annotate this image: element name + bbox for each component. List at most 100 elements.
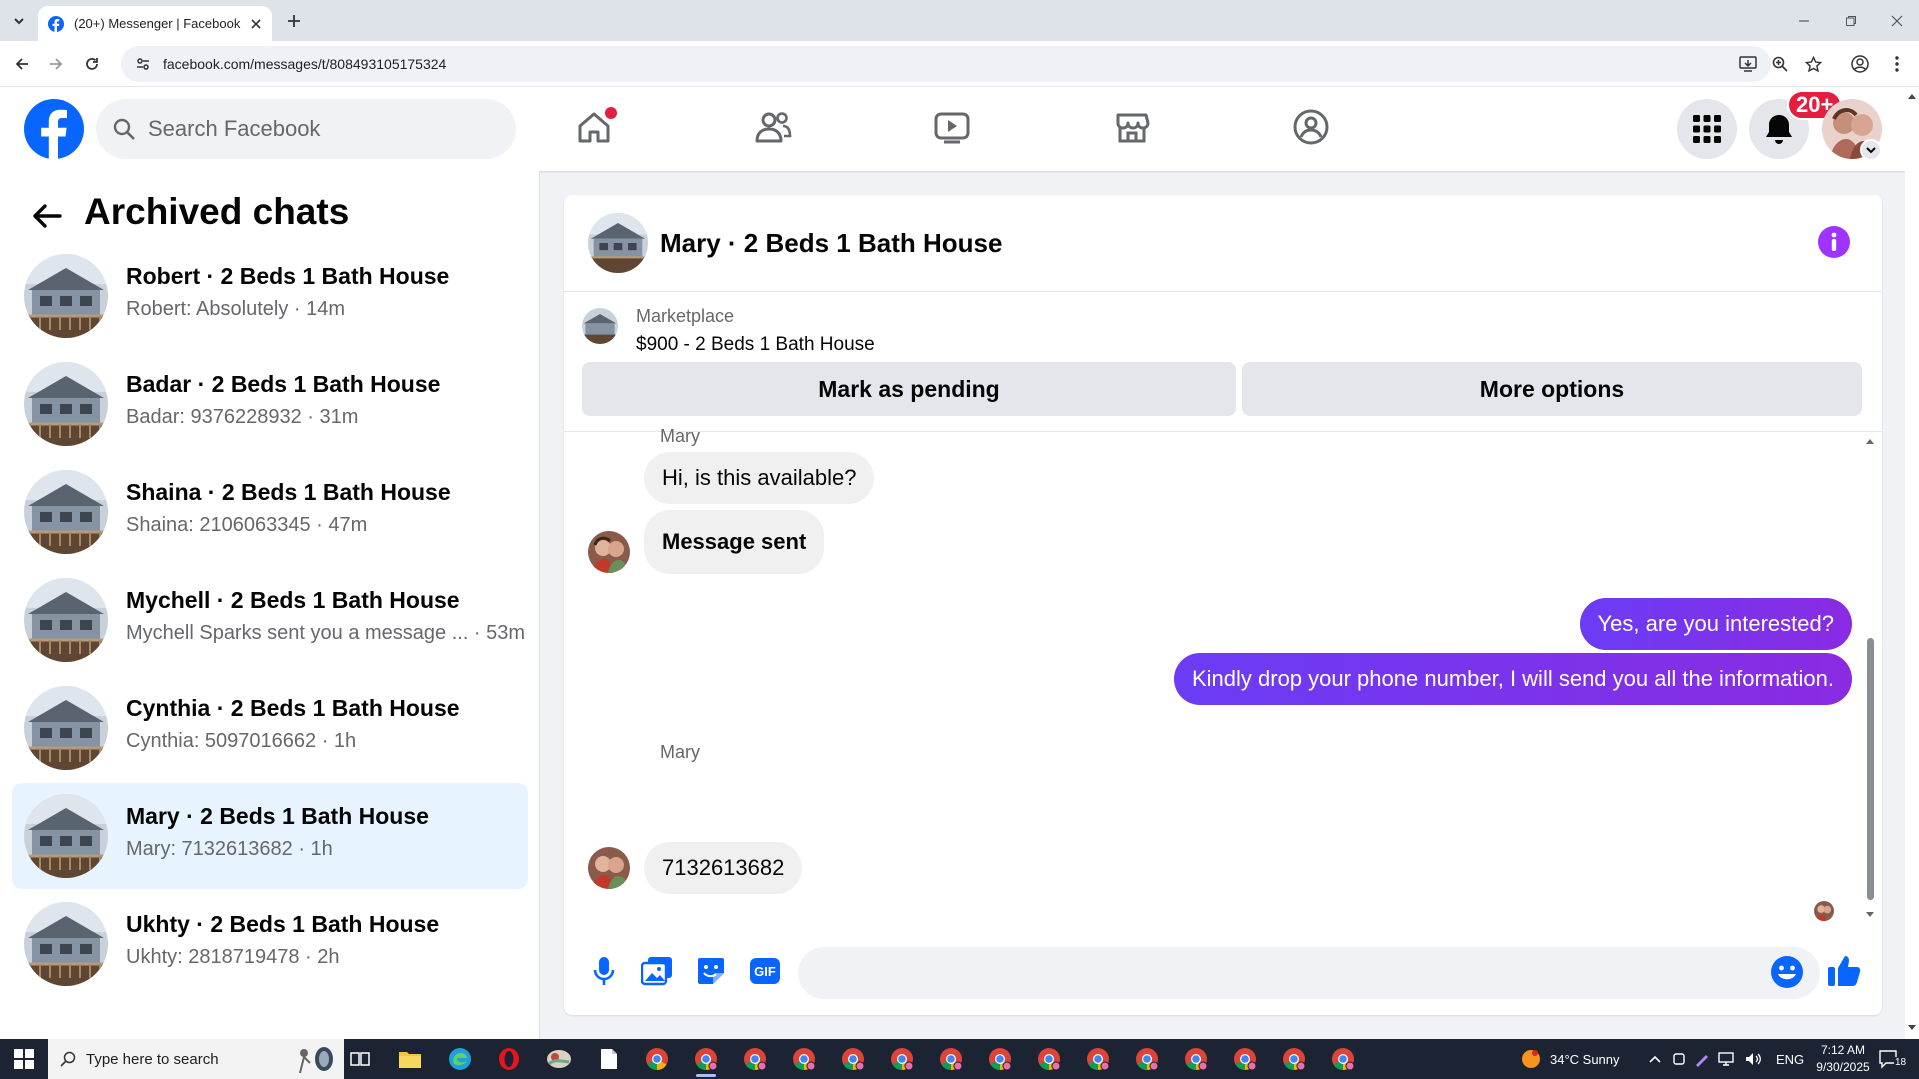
chat-list-item-6[interactable]: Mary · 2 Beds 1 Bath House Mary: 7132613…: [12, 783, 528, 889]
sticker-button[interactable]: [693, 953, 729, 989]
notepad-app[interactable]: [593, 1043, 625, 1075]
opera-app[interactable]: [493, 1043, 525, 1075]
page-scrollbar[interactable]: [1905, 87, 1919, 1039]
message-thread: Mary Hi, is this available? Message sent…: [564, 426, 1882, 927]
chrome-window-11[interactable]: [1131, 1043, 1163, 1075]
chrome-window-12[interactable]: [1180, 1043, 1212, 1075]
scroll-up-icon[interactable]: [1905, 91, 1919, 101]
forward-button[interactable]: [44, 52, 68, 76]
mark-as-pending-button[interactable]: Mark as pending: [582, 362, 1236, 416]
attach-media-button[interactable]: [639, 953, 675, 989]
house-thumbnail-icon: [24, 362, 108, 446]
listing-thumbnail[interactable]: [582, 308, 618, 344]
search-placeholder: Search Facebook: [148, 116, 321, 141]
listing-title[interactable]: $900 - 2 Beds 1 Bath House: [636, 334, 875, 356]
pen-icon[interactable]: [1694, 1051, 1710, 1067]
chrome-window-13[interactable]: [1229, 1043, 1261, 1075]
file-explorer-app[interactable]: [394, 1043, 426, 1075]
facebook-logo-icon[interactable]: [24, 99, 84, 159]
chrome-window-10[interactable]: [1082, 1043, 1114, 1075]
emoji-icon[interactable]: [1770, 955, 1804, 989]
chat-list-item-2[interactable]: Badar · 2 Beds 1 Bath House Badar: 93762…: [12, 351, 528, 457]
browser-menu-button[interactable]: [1885, 52, 1909, 76]
back-arrow-icon[interactable]: [30, 199, 64, 233]
new-tab-button[interactable]: [282, 9, 306, 33]
scroll-up-icon[interactable]: [1864, 436, 1876, 446]
chrome-window-5[interactable]: [837, 1043, 869, 1075]
notification-center-button[interactable]: 18: [1878, 1039, 1908, 1079]
language-indicator[interactable]: ENG: [1776, 1052, 1804, 1067]
facebook-search-box[interactable]: Search Facebook: [96, 99, 516, 159]
conversation-avatar[interactable]: [588, 213, 648, 273]
reload-button[interactable]: [80, 52, 104, 76]
task-view-button[interactable]: [344, 1043, 376, 1075]
image-app[interactable]: [543, 1043, 575, 1075]
nav-marketplace[interactable]: [1100, 95, 1164, 159]
taskbar-search[interactable]: Type here to search: [48, 1039, 344, 1079]
chat-list-item-3[interactable]: Shaina · 2 Beds 1 Bath House Shaina: 210…: [12, 459, 528, 565]
voice-clip-button[interactable]: [586, 953, 622, 989]
thread-scrollbar[interactable]: [1864, 432, 1876, 927]
message-bubble-incoming[interactable]: Hi, is this available?: [644, 452, 875, 504]
close-window-button[interactable]: [1884, 10, 1910, 32]
thumbs-up-icon[interactable]: [1826, 953, 1862, 989]
menu-button[interactable]: [1677, 99, 1737, 159]
chrome-window-6[interactable]: [886, 1043, 918, 1075]
scroll-down-icon[interactable]: [1864, 910, 1876, 920]
system-clock[interactable]: 7:12 AM 9/30/2025: [1810, 1042, 1876, 1076]
chrome-window-9[interactable]: [1033, 1043, 1065, 1075]
chrome-window-2[interactable]: [690, 1043, 722, 1077]
back-button[interactable]: [10, 52, 34, 76]
address-bar[interactable]: facebook.com/messages/t/808493105175324: [121, 46, 1771, 82]
info-icon[interactable]: [1817, 225, 1851, 259]
weather-widget[interactable]: 34°C Sunny: [1520, 1039, 1620, 1079]
site-settings-icon[interactable]: [135, 56, 151, 72]
account-menu-chevron[interactable]: [1860, 139, 1882, 161]
chrome-window-8[interactable]: [984, 1043, 1016, 1075]
edge-app[interactable]: [444, 1043, 476, 1075]
nav-friends[interactable]: [741, 95, 805, 159]
chevron-up-icon[interactable]: [1648, 1052, 1662, 1066]
chat-list-item-1[interactable]: Robert · 2 Beds 1 Bath House Robert: Abs…: [12, 243, 528, 349]
chat-list-item-4[interactable]: Mychell · 2 Beds 1 Bath House Mychell Sp…: [12, 567, 528, 673]
chat-preview: Robert: Absolutely · 14m: [126, 298, 345, 320]
chrome-window-14[interactable]: [1278, 1043, 1310, 1075]
chrome-icon: [1185, 1048, 1208, 1071]
nav-home[interactable]: [562, 95, 626, 159]
chrome-window-4[interactable]: [788, 1043, 820, 1075]
tab-search-button[interactable]: [7, 10, 31, 32]
chat-list-item-5[interactable]: Cynthia · 2 Beds 1 Bath House Cynthia: 5…: [12, 675, 528, 781]
nav-video[interactable]: [920, 95, 984, 159]
meet-now-icon[interactable]: [1672, 1051, 1686, 1067]
volume-icon[interactable]: [1744, 1051, 1762, 1067]
chrome-window-15[interactable]: [1327, 1043, 1359, 1075]
profile-button[interactable]: [1848, 52, 1872, 76]
zoom-button[interactable]: [1768, 52, 1792, 76]
more-options-button[interactable]: More options: [1242, 362, 1862, 416]
nav-groups[interactable]: [1279, 95, 1343, 159]
chrome-window-3[interactable]: [739, 1043, 771, 1075]
browser-tab-messenger[interactable]: (20+) Messenger | Facebook: [38, 6, 272, 41]
restore-button[interactable]: [1838, 10, 1864, 32]
bookmark-button[interactable]: [1801, 52, 1825, 76]
chrome-window-1[interactable]: [641, 1043, 673, 1075]
scroll-down-icon[interactable]: [1905, 1023, 1919, 1033]
message-bubble-incoming[interactable]: 7132613682: [644, 842, 803, 894]
install-app-button[interactable]: [1736, 52, 1760, 76]
start-button[interactable]: [0, 1039, 48, 1079]
chat-list-item-7[interactable]: Ukhty · 2 Beds 1 Bath House Ukhty: 28187…: [12, 891, 528, 997]
message-sender-name: Mary: [660, 426, 700, 446]
scrollbar-thumb[interactable]: [1867, 638, 1874, 900]
conversation-title[interactable]: Mary · 2 Beds 1 Bath House: [660, 228, 1002, 259]
video-icon: [934, 112, 970, 144]
network-icon[interactable]: [1718, 1051, 1736, 1067]
message-bubble-outgoing[interactable]: Kindly drop your phone number, I will se…: [1173, 653, 1852, 705]
minimize-button[interactable]: [1791, 10, 1817, 32]
chrome-window-7[interactable]: [935, 1043, 967, 1075]
close-tab-icon[interactable]: [250, 18, 262, 30]
message-input[interactable]: [798, 947, 1820, 999]
chat-preview: Ukhty: 2818719478 · 2h: [126, 946, 340, 968]
gif-button[interactable]: GIF: [747, 953, 783, 989]
message-bubble-incoming[interactable]: Message sent: [644, 510, 825, 574]
message-bubble-outgoing[interactable]: Yes, are you interested?: [1579, 598, 1852, 650]
